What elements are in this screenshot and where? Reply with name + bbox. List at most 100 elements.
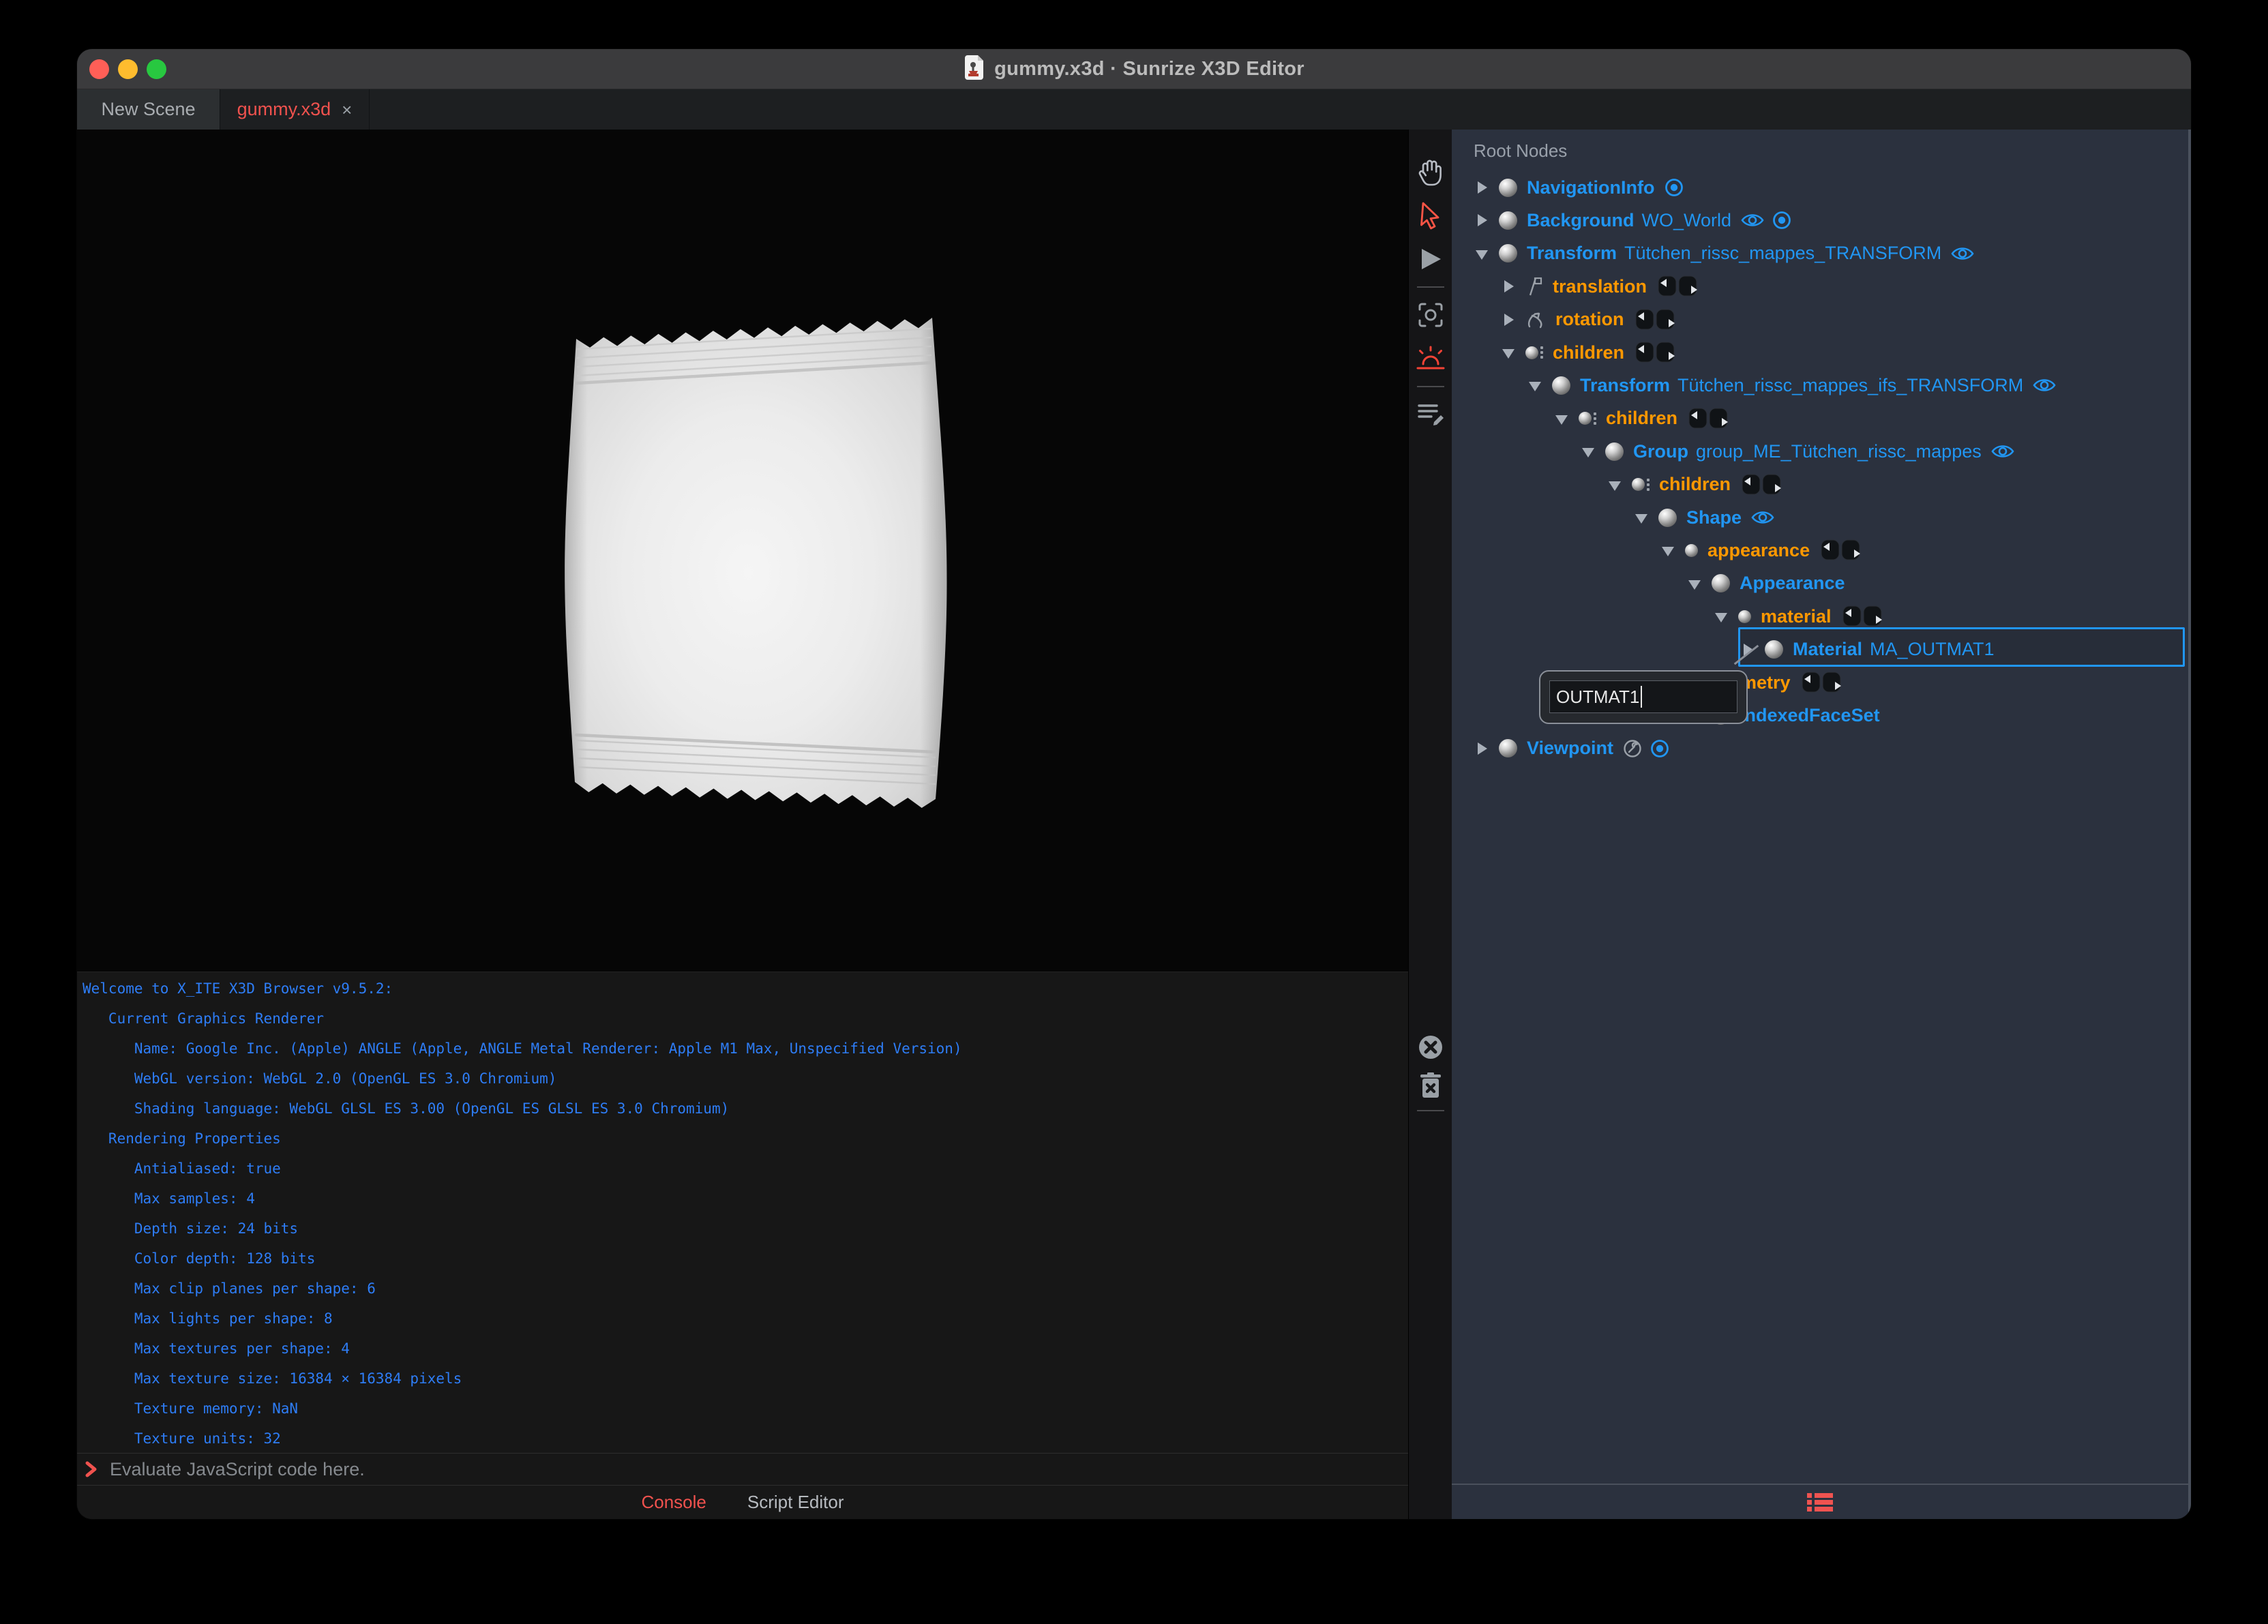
expander-open-icon[interactable] bbox=[1609, 479, 1621, 491]
hand-tool-button[interactable] bbox=[1409, 150, 1452, 194]
node-type-name[interactable]: Group bbox=[1633, 441, 1688, 462]
eye-icon[interactable] bbox=[1750, 509, 1775, 526]
field-name[interactable]: translation bbox=[1553, 276, 1647, 297]
straighten-horizon-button[interactable] bbox=[1409, 337, 1452, 380]
route-buttons-icon[interactable] bbox=[1688, 406, 1732, 431]
node-type-name[interactable]: IndexedFaceSet bbox=[1740, 705, 1880, 726]
mfnode-field-icon bbox=[1632, 478, 1650, 492]
eye-icon[interactable] bbox=[1950, 245, 1975, 262]
outline-list-icon[interactable] bbox=[1804, 1490, 1836, 1514]
console-tabs: Console Script Editor bbox=[77, 1485, 1408, 1519]
tab-new-scene[interactable]: New Scene bbox=[77, 89, 220, 130]
tree-row-navigationinfo[interactable]: NavigationInfo bbox=[1476, 171, 1684, 204]
expander-open-icon[interactable] bbox=[1476, 247, 1488, 260]
route-buttons-icon[interactable] bbox=[1842, 604, 1886, 629]
route-buttons-icon[interactable] bbox=[1635, 340, 1679, 365]
field-name[interactable]: rotation bbox=[1555, 309, 1624, 330]
tree-row-material[interactable]: material bbox=[1715, 600, 1886, 633]
expander-open-icon[interactable] bbox=[1529, 379, 1541, 392]
close-tab-icon[interactable]: × bbox=[342, 101, 352, 119]
play-button[interactable] bbox=[1409, 237, 1452, 281]
prompt-chevron-icon bbox=[85, 1461, 97, 1477]
tree-row-children[interactable]: children bbox=[1609, 468, 1785, 501]
tree-row-background[interactable]: Background WO_World bbox=[1476, 204, 1792, 237]
node-def-name[interactable]: Tütchen_rissc_mappes_TRANSFORM bbox=[1624, 243, 1941, 264]
expander-open-icon[interactable] bbox=[1715, 610, 1727, 623]
node-sphere-icon bbox=[1605, 442, 1624, 461]
close-window-button[interactable] bbox=[89, 59, 109, 79]
script-edit-button[interactable] bbox=[1409, 393, 1452, 436]
tree-row-group[interactable]: Group group_ME_Tütchen_rissc_mappes bbox=[1582, 435, 2015, 468]
node-type-name[interactable]: Transform bbox=[1527, 243, 1617, 264]
bound-node-icon[interactable] bbox=[1650, 738, 1670, 759]
tree-row-translation[interactable]: translation bbox=[1502, 270, 1701, 303]
delete-messages-button[interactable] bbox=[1409, 1066, 1452, 1104]
node-type-name[interactable]: Shape bbox=[1686, 507, 1742, 528]
x3d-viewport[interactable] bbox=[77, 130, 1408, 972]
node-type-name[interactable]: Material bbox=[1793, 639, 1862, 660]
route-buttons-icon[interactable] bbox=[1635, 307, 1679, 332]
sfnode-field-icon bbox=[1738, 610, 1751, 623]
expander-open-icon[interactable] bbox=[1502, 346, 1515, 359]
node-type-name[interactable]: Transform bbox=[1580, 375, 1670, 396]
tree-row-appearance[interactable]: appearance bbox=[1662, 534, 1864, 567]
expander-open-icon[interactable] bbox=[1688, 577, 1701, 590]
route-buttons-icon[interactable] bbox=[1742, 472, 1785, 497]
tree-row-rotation[interactable]: rotation bbox=[1502, 303, 1679, 336]
route-buttons-icon[interactable] bbox=[1658, 274, 1701, 299]
node-type-name[interactable]: NavigationInfo bbox=[1527, 177, 1655, 198]
text-caret bbox=[1641, 686, 1643, 708]
tab-script-editor[interactable]: Script Editor bbox=[747, 1492, 844, 1513]
eye-icon[interactable] bbox=[2032, 376, 2057, 394]
field-name[interactable]: appearance bbox=[1707, 540, 1810, 561]
tree-row-material[interactable]: Material MA_OUTMAT1 bbox=[1742, 633, 1995, 666]
tree-row-children[interactable]: children bbox=[1555, 402, 1732, 435]
center-view-button[interactable] bbox=[1409, 293, 1452, 337]
expander-open-icon[interactable] bbox=[1662, 544, 1674, 557]
tree-row-transform[interactable]: Transform Tütchen_rissc_mappes_TRANSFORM bbox=[1476, 237, 1975, 270]
expander-closed-icon[interactable] bbox=[1476, 742, 1488, 755]
tree-row-appearance[interactable]: Appearance bbox=[1688, 567, 1845, 600]
node-type-name[interactable]: Background bbox=[1527, 210, 1635, 231]
node-def-name[interactable]: Tütchen_rissc_mappes_ifs_TRANSFORM bbox=[1677, 375, 2023, 396]
field-name[interactable]: material bbox=[1761, 606, 1832, 627]
node-def-name[interactable]: WO_World bbox=[1642, 210, 1732, 231]
console-input-row bbox=[77, 1453, 1408, 1485]
field-name[interactable]: children bbox=[1606, 408, 1677, 429]
clear-console-button[interactable] bbox=[1409, 1028, 1452, 1066]
viewport-toolbar bbox=[1408, 130, 1452, 1519]
select-arrow-tool-button[interactable] bbox=[1409, 194, 1452, 237]
field-name[interactable]: children bbox=[1553, 342, 1624, 363]
node-type-name[interactable]: Viewpoint bbox=[1527, 738, 1613, 759]
tree-row-children[interactable]: children bbox=[1502, 336, 1679, 369]
field-name[interactable]: children bbox=[1659, 474, 1731, 495]
tab-console[interactable]: Console bbox=[641, 1492, 706, 1513]
node-def-name[interactable]: group_ME_Tütchen_rissc_mappes bbox=[1696, 441, 1982, 462]
rename-input[interactable]: OUTMAT1 bbox=[1549, 680, 1737, 713]
tree-row-viewpoint[interactable]: Viewpoint bbox=[1476, 732, 1670, 765]
minimize-window-button[interactable] bbox=[118, 59, 138, 79]
expander-open-icon[interactable] bbox=[1555, 412, 1568, 425]
expander-open-icon[interactable] bbox=[1635, 511, 1647, 524]
route-buttons-icon[interactable] bbox=[1821, 538, 1864, 562]
eye-icon[interactable] bbox=[1740, 211, 1765, 229]
tab-gummy-x3d[interactable]: gummy.x3d × bbox=[220, 89, 370, 130]
bound-node-icon[interactable] bbox=[1664, 177, 1684, 198]
tree-row-shape[interactable]: Shape bbox=[1635, 501, 1775, 534]
evaluate-js-input[interactable] bbox=[108, 1458, 1408, 1481]
eye-icon[interactable] bbox=[1990, 442, 2015, 460]
app-window: gummy.x3d · Sunrize X3D Editor New Scene… bbox=[77, 49, 2191, 1519]
wrapped-package-render bbox=[565, 318, 947, 808]
bound-node-icon[interactable] bbox=[1772, 210, 1792, 230]
edit-tool-icon[interactable] bbox=[1622, 738, 1643, 759]
expander-open-icon[interactable] bbox=[1582, 445, 1594, 458]
zoom-window-button[interactable] bbox=[147, 59, 166, 79]
route-buttons-icon[interactable] bbox=[1802, 670, 1845, 695]
expander-closed-icon[interactable] bbox=[1502, 280, 1515, 293]
expander-closed-icon[interactable] bbox=[1476, 181, 1488, 194]
node-type-name[interactable]: Appearance bbox=[1740, 573, 1845, 594]
expander-closed-icon[interactable] bbox=[1476, 214, 1488, 227]
node-def-name[interactable]: MA_OUTMAT1 bbox=[1870, 639, 1995, 660]
tree-row-transform[interactable]: Transform Tütchen_rissc_mappes_ifs_TRANSF… bbox=[1529, 369, 2057, 402]
expander-closed-icon[interactable] bbox=[1502, 313, 1515, 326]
